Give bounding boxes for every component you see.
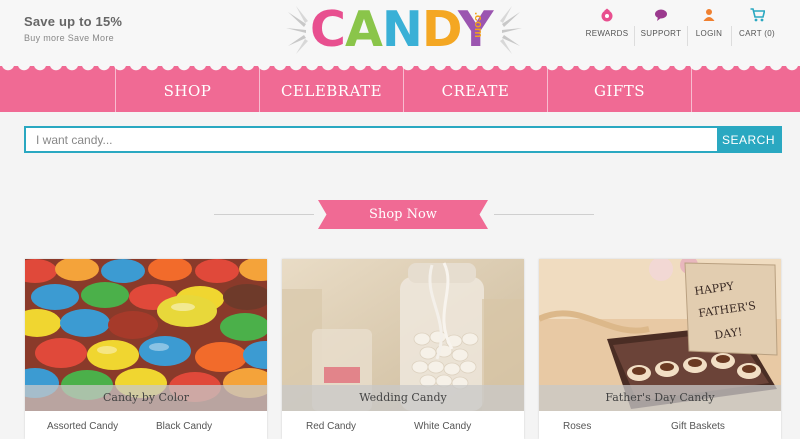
user-icon xyxy=(692,8,726,24)
shop-now-line-left xyxy=(214,214,314,215)
promo-banner[interactable]: Save up to 15% Buy more Save More xyxy=(24,14,122,43)
shop-now-line-right xyxy=(494,214,594,215)
card-link-white-candy[interactable]: White Candy xyxy=(414,421,471,432)
cart-label: CART (0) xyxy=(739,29,775,38)
card-link-red-candy[interactable]: Red Candy xyxy=(306,421,356,432)
card-link-roses[interactable]: Roses xyxy=(563,421,591,432)
search-bar: SEARCH xyxy=(24,126,782,153)
card-caption: Father's Day Candy xyxy=(539,385,781,411)
search-button[interactable]: SEARCH xyxy=(717,128,780,151)
category-card-candy-by-color[interactable]: Candy by Color Assorted Candy Black Cand… xyxy=(25,259,267,439)
card-link-assorted-candy[interactable]: Assorted Candy xyxy=(47,421,118,432)
category-card-wedding-candy[interactable]: Wedding Candy Red Candy White Candy xyxy=(282,259,524,439)
rewards-label: REWARDS xyxy=(585,29,629,38)
chat-bubble-icon xyxy=(640,8,682,24)
cart-link[interactable]: CART (0) xyxy=(737,8,777,44)
utility-divider xyxy=(731,26,732,46)
login-label: LOGIN xyxy=(695,29,723,38)
rewards-icon xyxy=(584,8,630,24)
nav-create[interactable]: CREATE xyxy=(403,66,547,112)
card-link-gift-baskets[interactable]: Gift Baskets xyxy=(671,421,725,432)
promo-subtitle: Buy more Save More xyxy=(24,33,114,43)
support-link[interactable]: SUPPORT xyxy=(640,8,682,44)
promo-title: Save up to 15% xyxy=(24,14,123,29)
login-link[interactable]: LOGIN xyxy=(692,8,726,44)
category-card-fathers-day-candy[interactable]: HAPPY FATHER'S DAY! Father's Day Candy R… xyxy=(539,259,781,439)
support-label: SUPPORT xyxy=(640,29,682,38)
cart-icon xyxy=(737,8,777,24)
logo-wordmark: CANDY xyxy=(310,1,494,58)
candy-logo[interactable]: CANDY .com xyxy=(286,1,522,58)
logo-right-rays-icon xyxy=(500,6,522,54)
card-caption: Candy by Color xyxy=(25,385,267,411)
rewards-link[interactable]: REWARDS xyxy=(584,8,630,44)
logo-left-rays-icon xyxy=(286,6,308,54)
card-caption: Wedding Candy xyxy=(282,385,524,411)
nav-divider xyxy=(691,66,692,112)
shop-now-ribbon[interactable]: Shop Now xyxy=(318,200,488,229)
nav-gifts[interactable]: GIFTS xyxy=(547,66,691,112)
utility-divider xyxy=(634,26,635,46)
utility-divider xyxy=(687,26,688,46)
nav-shop[interactable]: SHOP xyxy=(115,66,259,112)
logo-domain-suffix: .com xyxy=(472,12,484,38)
nav-celebrate[interactable]: CELEBRATE xyxy=(259,66,403,112)
search-input[interactable] xyxy=(26,128,719,151)
card-link-black-candy[interactable]: Black Candy xyxy=(156,421,212,432)
